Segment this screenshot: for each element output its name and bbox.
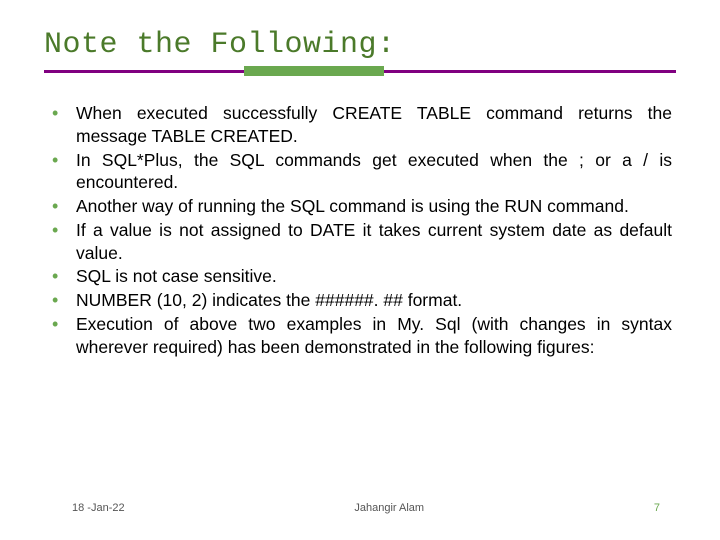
footer-author: Jahangir Alam: [354, 502, 424, 514]
list-item: Another way of running the SQL command i…: [46, 195, 672, 218]
list-item: When executed successfully CREATE TABLE …: [46, 102, 672, 148]
list-item: NUMBER (10, 2) indicates the ######. ## …: [46, 289, 672, 312]
title-underline: [44, 66, 676, 76]
bullet-list: When executed successfully CREATE TABLE …: [46, 102, 672, 358]
footer-date: 18 -Jan-22: [72, 502, 125, 514]
slide: Note the Following: When executed succes…: [0, 0, 720, 540]
list-item: If a value is not assigned to DATE it ta…: [46, 219, 672, 265]
slide-title: Note the Following:: [44, 28, 676, 62]
list-item: In SQL*Plus, the SQL commands get execut…: [46, 149, 672, 195]
footer-page-number: 7: [654, 502, 660, 514]
slide-footer: 18 -Jan-22 Jahangir Alam 7: [0, 502, 720, 514]
underline-green: [244, 66, 384, 76]
list-item: Execution of above two examples in My. S…: [46, 313, 672, 359]
list-item: SQL is not case sensitive.: [46, 265, 672, 288]
